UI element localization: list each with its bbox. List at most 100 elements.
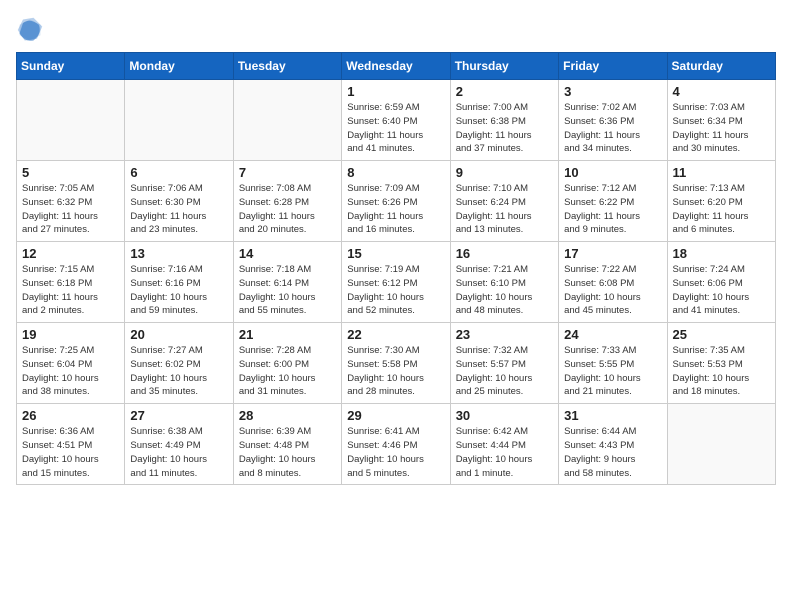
day-info: Sunrise: 7:16 AM Sunset: 6:16 PM Dayligh… xyxy=(130,263,227,318)
weekday-label: Tuesday xyxy=(233,53,341,80)
calendar-day-cell: 4 Sunrise: 7:03 AM Sunset: 6:34 PM Daylig… xyxy=(667,80,775,161)
day-number: 2 xyxy=(456,84,553,99)
day-number: 16 xyxy=(456,246,553,261)
calendar-week-row: 26 Sunrise: 6:36 AM Sunset: 4:51 PM Dayli… xyxy=(17,404,776,485)
calendar-day-cell: 11 Sunrise: 7:13 AM Sunset: 6:20 PM Dayli… xyxy=(667,161,775,242)
calendar-day-cell: 23Sunrise: 7:32 AM Sunset: 5:57 PM Dayli… xyxy=(450,323,558,404)
calendar-day-cell xyxy=(667,404,775,485)
day-info: Sunrise: 7:03 AM Sunset: 6:34 PM Dayligh… xyxy=(673,101,770,156)
day-info: Sunrise: 6:59 AM Sunset: 6:40 PM Dayligh… xyxy=(347,101,444,156)
logo xyxy=(16,16,48,44)
calendar-day-cell: 9 Sunrise: 7:10 AM Sunset: 6:24 PM Daylig… xyxy=(450,161,558,242)
weekday-label: Saturday xyxy=(667,53,775,80)
calendar-day-cell: 7Sunrise: 7:08 AM Sunset: 6:28 PM Daylig… xyxy=(233,161,341,242)
calendar-day-cell: 3 Sunrise: 7:02 AM Sunset: 6:36 PM Daylig… xyxy=(559,80,667,161)
day-info: Sunrise: 7:09 AM Sunset: 6:26 PM Dayligh… xyxy=(347,182,444,237)
day-number: 19 xyxy=(22,327,119,342)
calendar-day-cell: 13 Sunrise: 7:16 AM Sunset: 6:16 PM Dayli… xyxy=(125,242,233,323)
day-info: Sunrise: 7:02 AM Sunset: 6:36 PM Dayligh… xyxy=(564,101,661,156)
calendar-body: 1Sunrise: 6:59 AM Sunset: 6:40 PM Daylig… xyxy=(17,80,776,485)
calendar-day-cell: 21 Sunrise: 7:28 AM Sunset: 6:00 PM Dayli… xyxy=(233,323,341,404)
day-number: 25 xyxy=(673,327,770,342)
weekday-label: Thursday xyxy=(450,53,558,80)
day-number: 14 xyxy=(239,246,336,261)
calendar-day-cell: 22 Sunrise: 7:30 AM Sunset: 5:58 PM Dayli… xyxy=(342,323,450,404)
day-number: 13 xyxy=(130,246,227,261)
calendar-day-cell: 30Sunrise: 6:42 AM Sunset: 4:44 PM Dayli… xyxy=(450,404,558,485)
day-info: Sunrise: 7:33 AM Sunset: 5:55 PM Dayligh… xyxy=(564,344,661,399)
day-info: Sunrise: 7:35 AM Sunset: 5:53 PM Dayligh… xyxy=(673,344,770,399)
calendar-day-cell: 19 Sunrise: 7:25 AM Sunset: 6:04 PM Dayli… xyxy=(17,323,125,404)
calendar-day-cell: 6 Sunrise: 7:06 AM Sunset: 6:30 PM Daylig… xyxy=(125,161,233,242)
day-number: 22 xyxy=(347,327,444,342)
day-number: 9 xyxy=(456,165,553,180)
day-number: 6 xyxy=(130,165,227,180)
day-number: 12 xyxy=(22,246,119,261)
day-info: Sunrise: 7:30 AM Sunset: 5:58 PM Dayligh… xyxy=(347,344,444,399)
day-number: 11 xyxy=(673,165,770,180)
day-number: 4 xyxy=(673,84,770,99)
calendar-day-cell: 12 Sunrise: 7:15 AM Sunset: 6:18 PM Dayli… xyxy=(17,242,125,323)
calendar-day-cell: 16Sunrise: 7:21 AM Sunset: 6:10 PM Dayli… xyxy=(450,242,558,323)
day-info: Sunrise: 7:27 AM Sunset: 6:02 PM Dayligh… xyxy=(130,344,227,399)
day-number: 24 xyxy=(564,327,661,342)
day-info: Sunrise: 7:32 AM Sunset: 5:57 PM Dayligh… xyxy=(456,344,553,399)
calendar-day-cell: 27 Sunrise: 6:38 AM Sunset: 4:49 PM Dayli… xyxy=(125,404,233,485)
calendar-week-row: 1Sunrise: 6:59 AM Sunset: 6:40 PM Daylig… xyxy=(17,80,776,161)
logo-icon xyxy=(16,16,44,44)
day-number: 15 xyxy=(347,246,444,261)
calendar-day-cell: 1Sunrise: 6:59 AM Sunset: 6:40 PM Daylig… xyxy=(342,80,450,161)
calendar-day-cell xyxy=(17,80,125,161)
day-number: 21 xyxy=(239,327,336,342)
page-header xyxy=(16,16,776,44)
day-info: Sunrise: 7:19 AM Sunset: 6:12 PM Dayligh… xyxy=(347,263,444,318)
day-info: Sunrise: 6:42 AM Sunset: 4:44 PM Dayligh… xyxy=(456,425,553,480)
day-info: Sunrise: 7:00 AM Sunset: 6:38 PM Dayligh… xyxy=(456,101,553,156)
day-number: 31 xyxy=(564,408,661,423)
day-info: Sunrise: 7:28 AM Sunset: 6:00 PM Dayligh… xyxy=(239,344,336,399)
calendar-day-cell: 10 Sunrise: 7:12 AM Sunset: 6:22 PM Dayli… xyxy=(559,161,667,242)
day-info: Sunrise: 7:25 AM Sunset: 6:04 PM Dayligh… xyxy=(22,344,119,399)
day-info: Sunrise: 7:12 AM Sunset: 6:22 PM Dayligh… xyxy=(564,182,661,237)
day-info: Sunrise: 7:13 AM Sunset: 6:20 PM Dayligh… xyxy=(673,182,770,237)
calendar-week-row: 5Sunrise: 7:05 AM Sunset: 6:32 PM Daylig… xyxy=(17,161,776,242)
calendar-day-cell: 26 Sunrise: 6:36 AM Sunset: 4:51 PM Dayli… xyxy=(17,404,125,485)
calendar-day-cell: 24 Sunrise: 7:33 AM Sunset: 5:55 PM Dayli… xyxy=(559,323,667,404)
calendar-day-cell: 20 Sunrise: 7:27 AM Sunset: 6:02 PM Dayli… xyxy=(125,323,233,404)
calendar-day-cell: 29 Sunrise: 6:41 AM Sunset: 4:46 PM Dayli… xyxy=(342,404,450,485)
calendar-day-cell: 28Sunrise: 6:39 AM Sunset: 4:48 PM Dayli… xyxy=(233,404,341,485)
day-number: 20 xyxy=(130,327,227,342)
calendar-day-cell xyxy=(125,80,233,161)
day-number: 27 xyxy=(130,408,227,423)
day-number: 8 xyxy=(347,165,444,180)
day-info: Sunrise: 7:15 AM Sunset: 6:18 PM Dayligh… xyxy=(22,263,119,318)
day-number: 18 xyxy=(673,246,770,261)
calendar-table: SundayMondayTuesdayWednesdayThursdayFrid… xyxy=(16,52,776,485)
weekday-label: Friday xyxy=(559,53,667,80)
day-info: Sunrise: 6:38 AM Sunset: 4:49 PM Dayligh… xyxy=(130,425,227,480)
weekday-label: Sunday xyxy=(17,53,125,80)
day-info: Sunrise: 6:36 AM Sunset: 4:51 PM Dayligh… xyxy=(22,425,119,480)
day-number: 3 xyxy=(564,84,661,99)
calendar-day-cell: 25 Sunrise: 7:35 AM Sunset: 5:53 PM Dayli… xyxy=(667,323,775,404)
calendar-day-cell: 18 Sunrise: 7:24 AM Sunset: 6:06 PM Dayli… xyxy=(667,242,775,323)
day-number: 26 xyxy=(22,408,119,423)
day-number: 5 xyxy=(22,165,119,180)
day-info: Sunrise: 6:41 AM Sunset: 4:46 PM Dayligh… xyxy=(347,425,444,480)
day-info: Sunrise: 7:18 AM Sunset: 6:14 PM Dayligh… xyxy=(239,263,336,318)
day-info: Sunrise: 7:24 AM Sunset: 6:06 PM Dayligh… xyxy=(673,263,770,318)
day-info: Sunrise: 7:08 AM Sunset: 6:28 PM Dayligh… xyxy=(239,182,336,237)
day-number: 10 xyxy=(564,165,661,180)
day-number: 28 xyxy=(239,408,336,423)
calendar-week-row: 12 Sunrise: 7:15 AM Sunset: 6:18 PM Dayli… xyxy=(17,242,776,323)
calendar-week-row: 19 Sunrise: 7:25 AM Sunset: 6:04 PM Dayli… xyxy=(17,323,776,404)
day-info: Sunrise: 6:44 AM Sunset: 4:43 PM Dayligh… xyxy=(564,425,661,480)
day-info: Sunrise: 7:06 AM Sunset: 6:30 PM Dayligh… xyxy=(130,182,227,237)
calendar-day-cell: 14 Sunrise: 7:18 AM Sunset: 6:14 PM Dayli… xyxy=(233,242,341,323)
day-number: 29 xyxy=(347,408,444,423)
day-info: Sunrise: 7:10 AM Sunset: 6:24 PM Dayligh… xyxy=(456,182,553,237)
weekday-label: Wednesday xyxy=(342,53,450,80)
calendar-day-cell: 15 Sunrise: 7:19 AM Sunset: 6:12 PM Dayli… xyxy=(342,242,450,323)
calendar-day-cell xyxy=(233,80,341,161)
calendar-day-cell: 8 Sunrise: 7:09 AM Sunset: 6:26 PM Daylig… xyxy=(342,161,450,242)
